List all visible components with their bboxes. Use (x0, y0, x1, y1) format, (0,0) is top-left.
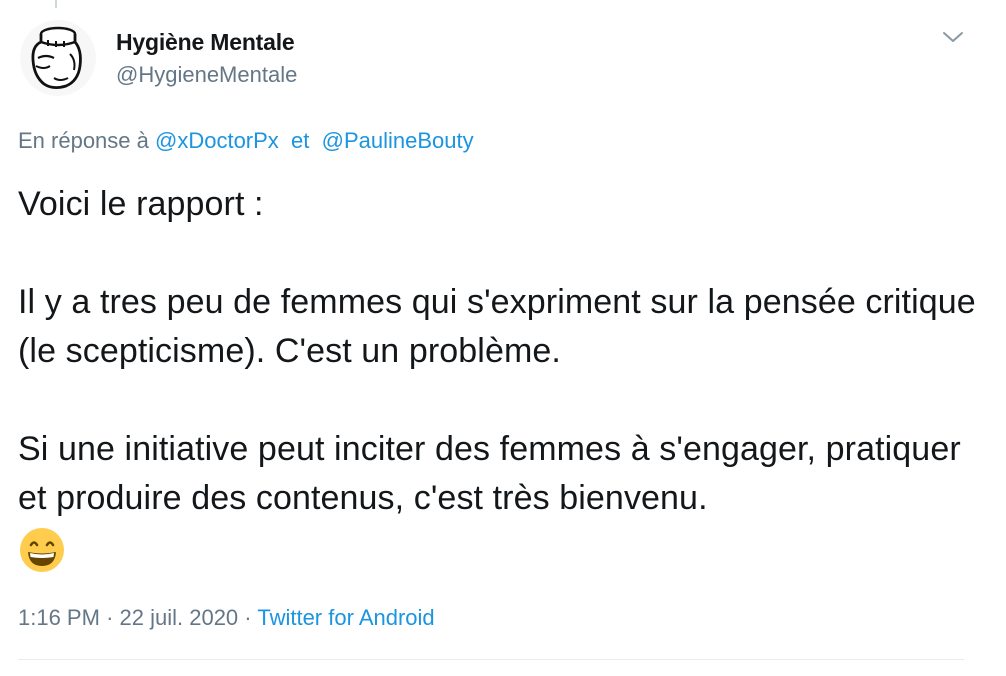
meta-separator: · (106, 605, 114, 630)
tweet-source-link[interactable]: Twitter for Android (257, 605, 434, 630)
author-handle[interactable]: @HygieneMentale (116, 62, 297, 88)
head-logo-icon (31, 26, 82, 89)
tweet-metadata: 1:16 PM · 22 juil. 2020 · Twitter for An… (18, 605, 435, 631)
chevron-down-icon (943, 32, 963, 42)
meta-separator: · (244, 605, 252, 630)
reply-prefix: En réponse à (18, 128, 149, 153)
avatar[interactable] (20, 20, 96, 96)
tweet-menu-button[interactable] (940, 26, 966, 48)
mention-xdoctorpx[interactable]: @xDoctorPx (155, 128, 279, 153)
reply-conjunction[interactable]: et (291, 128, 309, 153)
tweet-text: Voici le rapport : Il y a tres peu de fe… (18, 185, 976, 517)
reply-context: En réponse à @xDoctorPx et @PaulineBouty (18, 128, 474, 154)
mention-paulinebouty[interactable]: @PaulineBouty (322, 128, 474, 153)
grinning-face-emoji-icon (18, 526, 66, 574)
tweet-date[interactable]: 22 juil. 2020 (120, 605, 239, 630)
thread-connector-line (55, 0, 57, 8)
tweet-time[interactable]: 1:16 PM (18, 605, 100, 630)
divider (18, 659, 964, 660)
author-name[interactable]: Hygiène Mentale (116, 29, 295, 56)
